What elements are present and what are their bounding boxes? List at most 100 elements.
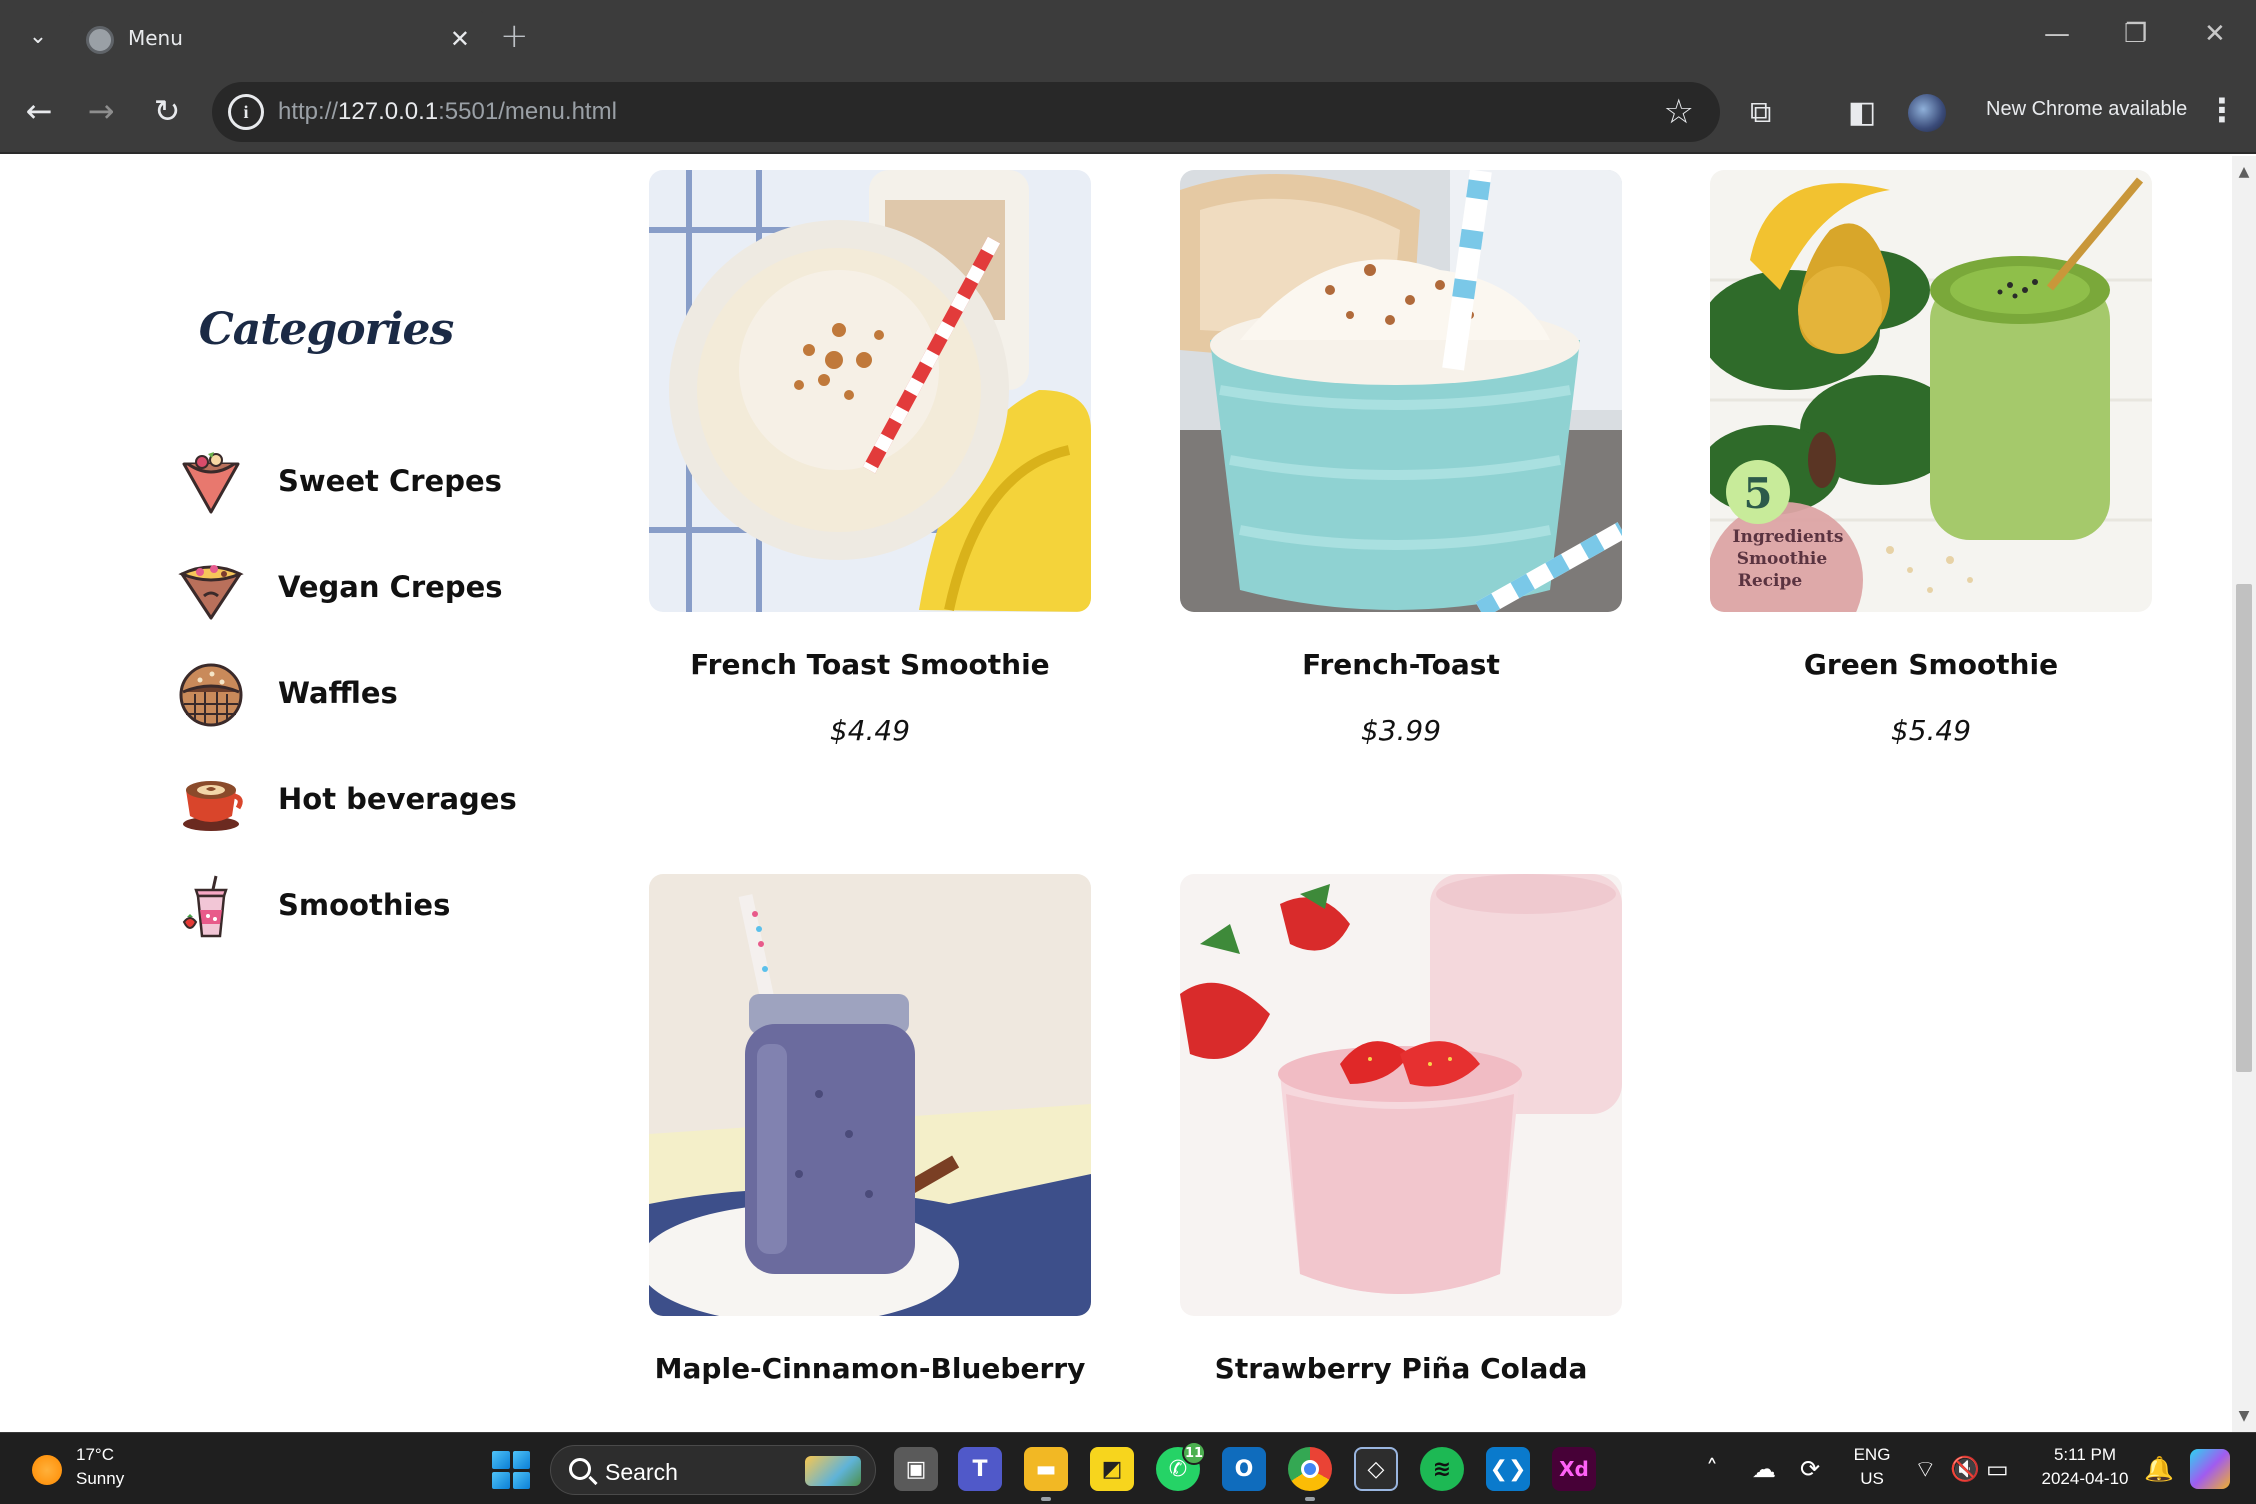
product-name: French Toast Smoothie	[690, 648, 1050, 681]
tray-overflow-chevron-icon[interactable]: ˄	[1706, 1455, 1718, 1483]
tab-search-chevron-icon[interactable]: ⌄	[20, 18, 56, 54]
browser-toolbar: ← → ↻ i http://127.0.0.1:5501/menu.html …	[0, 72, 2256, 154]
whatsapp-badge: 11	[1182, 1441, 1206, 1465]
close-window-button[interactable]: ✕	[2204, 14, 2226, 54]
update-chrome-label[interactable]: New Chrome available	[1986, 98, 2187, 121]
profile-avatar[interactable]	[1908, 94, 1946, 132]
crepe-icon	[182, 452, 240, 514]
url-path: :5501/menu.html	[438, 98, 617, 125]
start-windows-icon[interactable]	[492, 1451, 530, 1489]
language-indicator[interactable]: ENG	[1852, 1445, 1892, 1465]
scroll-up-arrow-icon[interactable]: ▲	[2232, 160, 2256, 184]
browser-titlebar: ⌄ Menu ✕ + — ❐ ✕	[0, 0, 2256, 72]
waffle-icon	[179, 663, 243, 727]
scroll-thumb[interactable]	[2236, 584, 2252, 1072]
task-view-icon[interactable]: ▣	[894, 1447, 938, 1491]
scroll-down-arrow-icon[interactable]: ▼	[2232, 1404, 2256, 1428]
category-label: Smoothies	[278, 888, 451, 922]
outlook-icon[interactable]: O	[1222, 1447, 1266, 1491]
weather-temperature[interactable]: 17°C	[76, 1445, 114, 1465]
spotify-icon[interactable]: ≋	[1420, 1447, 1464, 1491]
wifi-icon[interactable]: ⌔	[1914, 1455, 1937, 1483]
smoothie-cup-icon	[182, 875, 228, 938]
product-name: French-Toast	[1302, 648, 1500, 681]
product-image-french-toast[interactable]	[1180, 170, 1622, 612]
whatsapp-icon[interactable]: ✆ 11	[1156, 1441, 1206, 1491]
french-toast-photo	[1180, 170, 1622, 612]
reload-button[interactable]: ↻	[144, 88, 190, 134]
new-tab-button[interactable]: +	[500, 16, 529, 56]
adobe-xd-icon[interactable]: Xd	[1552, 1447, 1596, 1491]
product-name: Green Smoothie	[1803, 648, 2059, 681]
teams-icon[interactable]: T	[958, 1447, 1002, 1491]
category-sweet-crepes[interactable]: Sweet Crepes	[178, 450, 538, 520]
speaker-muted-icon[interactable]: 🔇	[1950, 1455, 1980, 1483]
search-icon	[569, 1458, 591, 1480]
clock-time[interactable]: 5:11 PM	[2030, 1445, 2140, 1465]
tab-menu[interactable]: Menu ✕	[68, 8, 486, 72]
category-waffles[interactable]: Waffles	[178, 662, 538, 732]
product-image-maple-cinnamon-blueberry[interactable]	[649, 874, 1091, 1316]
page-viewport: Categories Sweet Crepes Vegan Crepes Waf…	[0, 156, 2232, 1432]
category-smoothies[interactable]: Smoothies	[178, 874, 538, 944]
product-card[interactable]: French Toast Smoothie $4.49	[649, 170, 1091, 747]
category-label: Vegan Crepes	[278, 570, 503, 604]
site-info-icon[interactable]: i	[228, 94, 264, 130]
search-label: Search	[605, 1459, 678, 1485]
product-card[interactable]: French-Toast $3.99	[1180, 170, 1622, 747]
extensions-puzzle-icon[interactable]: ⧉	[1750, 96, 1771, 130]
weather-condition[interactable]: Sunny	[76, 1469, 124, 1489]
recipe-caption-line-2: Smoothie	[1737, 549, 1828, 569]
product-card[interactable]: Maple-Cinnamon-Blueberry	[649, 874, 1091, 1385]
vscode-icon[interactable]: ❮❯	[1486, 1447, 1530, 1491]
category-vegan-crepes[interactable]: Vegan Crepes	[178, 556, 538, 626]
tab-close-icon[interactable]: ✕	[450, 24, 470, 54]
back-button[interactable]: ←	[16, 88, 62, 134]
taskbar-search[interactable]: Search	[550, 1445, 876, 1495]
notification-bell-icon[interactable]: 🔔	[2144, 1455, 2174, 1483]
chrome-icon[interactable]	[1288, 1447, 1332, 1491]
weather-sun-icon[interactable]	[32, 1455, 62, 1485]
sync-icon[interactable]: ⟳	[1800, 1455, 1820, 1483]
category-label: Hot beverages	[278, 782, 517, 816]
category-hot-beverages[interactable]: Hot beverages	[178, 768, 538, 838]
minimize-button[interactable]: —	[2044, 14, 2070, 54]
side-panel-icon[interactable]: ◧	[1848, 96, 1876, 130]
recipe-caption-line-3: Recipe	[1738, 571, 1803, 591]
strawberry-smoothie-photo	[1180, 874, 1622, 1316]
onedrive-cloud-icon[interactable]: ☁	[1752, 1455, 1776, 1483]
categories-title: Categories	[198, 304, 455, 355]
recipe-number-text: 5	[1743, 469, 1772, 518]
product-image-strawberry-pina-colada[interactable]	[1180, 874, 1622, 1316]
battery-icon[interactable]: ▭	[1986, 1455, 2009, 1483]
product-name: Strawberry Piña Colada	[1214, 1352, 1588, 1385]
product-image-green-smoothie[interactable]: 5 Ingredients Smoothie Recipe	[1710, 170, 2152, 612]
file-explorer-icon[interactable]: ▬	[1024, 1447, 1068, 1491]
globe-icon	[86, 26, 114, 54]
url-scheme: http://	[278, 98, 339, 125]
forward-button[interactable]: →	[78, 88, 124, 134]
url-host: 127.0.0.1	[338, 98, 439, 125]
url-text[interactable]: http://127.0.0.1:5501/menu.html	[278, 98, 617, 126]
blueberry-smoothie-photo	[649, 874, 1091, 1316]
menu-kebab-icon[interactable]: ⋮	[2206, 90, 2238, 130]
bookmark-star-icon[interactable]: ☆	[1664, 92, 1694, 132]
clock-date[interactable]: 2024-04-10	[2030, 1469, 2140, 1489]
product-card[interactable]: Strawberry Piña Colada	[1180, 874, 1622, 1385]
category-label: Sweet Crepes	[278, 464, 502, 498]
virtualbox-icon[interactable]: ◇	[1354, 1447, 1398, 1491]
french-toast-smoothie-photo	[649, 170, 1091, 612]
sticky-notes-icon[interactable]: ◩	[1090, 1447, 1134, 1491]
page-scrollbar[interactable]: ▲ ▼	[2232, 156, 2256, 1432]
product-image-french-toast-smoothie[interactable]	[649, 170, 1091, 612]
address-bar[interactable]: i http://127.0.0.1:5501/menu.html ☆	[212, 82, 1720, 142]
coffee-cup-icon	[183, 781, 243, 831]
restore-button[interactable]: ❐	[2124, 14, 2147, 54]
tab-title: Menu	[128, 26, 183, 50]
green-smoothie-photo: 5 Ingredients Smoothie Recipe	[1710, 170, 2152, 612]
taskbar: 17°C Sunny Search ▣ T ▬ ◩ ✆ 11 O ◇ ≋ ❮❯ X…	[0, 1432, 2256, 1504]
chrome-running-indicator	[1305, 1497, 1315, 1501]
region-indicator[interactable]: US	[1852, 1469, 1892, 1489]
product-card[interactable]: 5 Ingredients Smoothie Recipe Green Smoo…	[1710, 170, 2152, 747]
copilot-icon[interactable]	[2190, 1449, 2230, 1489]
